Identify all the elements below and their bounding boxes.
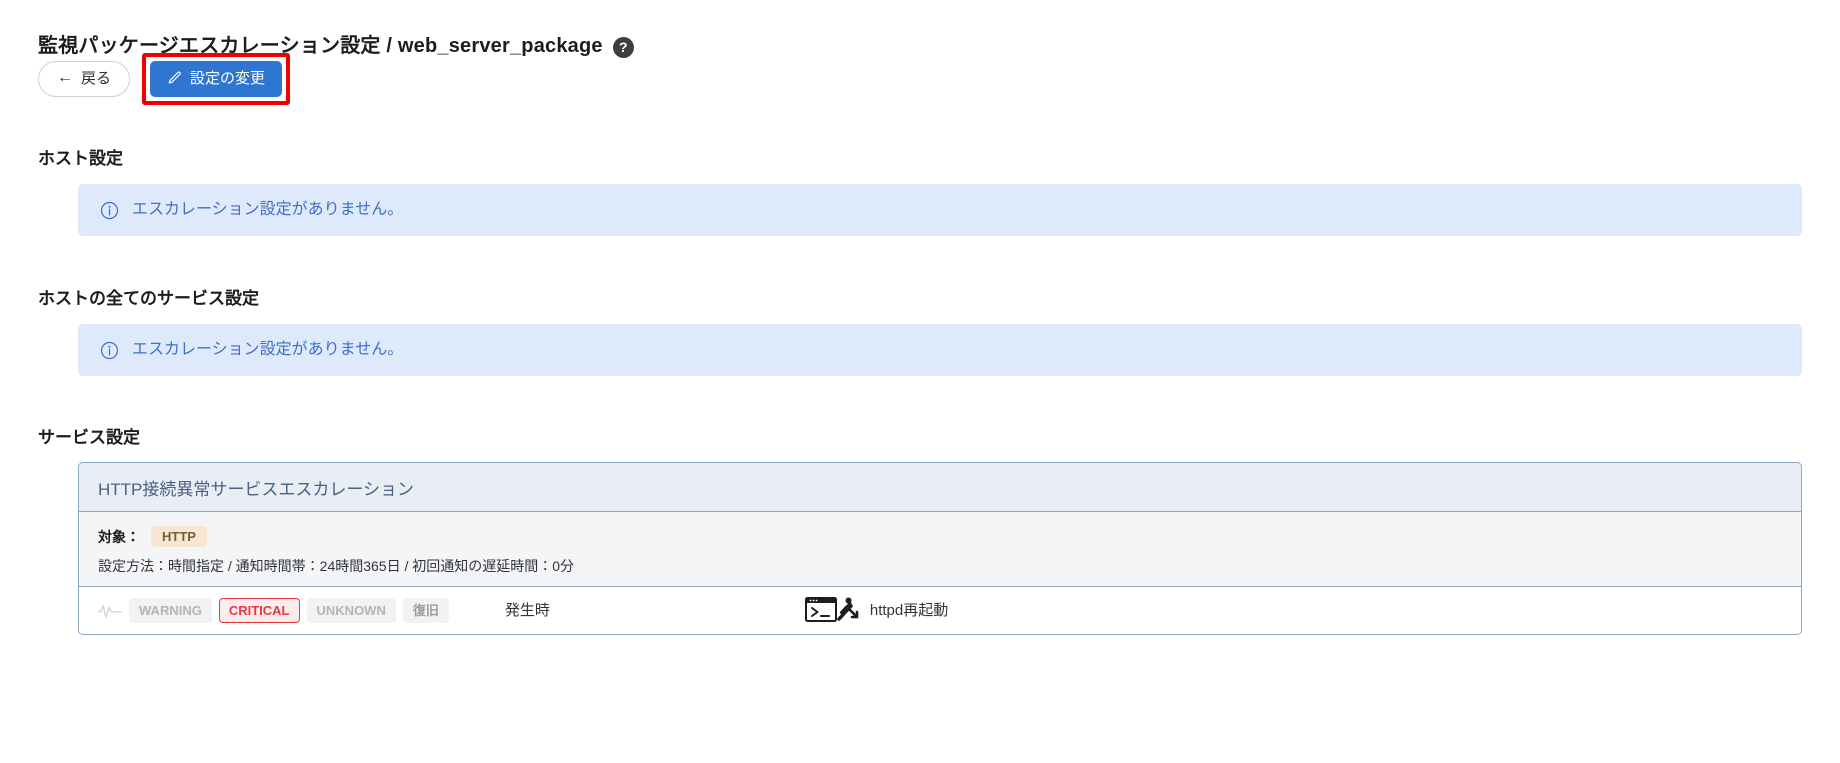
service-escalation-card: HTTP接続異常サービスエスカレーション 対象： HTTP 設定方法：時間指定 … — [78, 462, 1802, 635]
pencil-icon — [167, 71, 182, 86]
info-circle-icon — [100, 341, 119, 360]
back-button[interactable]: ← 戻る — [38, 60, 131, 97]
section-heading-host: ホスト設定 — [38, 149, 123, 168]
info-circle-icon — [100, 201, 119, 220]
question-mark-circle-icon[interactable]: ? — [612, 36, 634, 58]
status-badge-group: WARNING CRITICAL UNKNOWN 復旧 — [98, 597, 449, 623]
host-empty-notice-text: エスカレーション設定がありません。 — [132, 201, 404, 218]
all-services-empty-notice: エスカレーション設定がありません。 — [78, 324, 1802, 376]
arrow-left-icon: ← — [57, 68, 73, 86]
status-badge-warning: WARNING — [129, 597, 212, 623]
escalation-timing: 発生時 — [504, 601, 550, 619]
toolbar: ← 戻る 設定の変更 — [0, 46, 1840, 105]
terminal-escalate-icon — [804, 595, 861, 625]
method-summary: 設定方法：時間指定 / 通知時間帯：24時間365日 / 初回通知の遅延時間：0… — [98, 558, 575, 574]
edit-button-highlight: 設定の変更 — [142, 52, 291, 105]
edit-settings-button[interactable]: 設定の変更 — [150, 60, 283, 97]
target-label: 対象： — [98, 528, 140, 545]
page-header: 監視パッケージエスカレーション設定 / web_server_package ? — [0, 0, 1840, 58]
back-button-label: 戻る — [81, 70, 112, 87]
page-title: 監視パッケージエスカレーション設定 / web_server_package — [38, 35, 603, 57]
all-services-empty-notice-text: エスカレーション設定がありません。 — [132, 341, 404, 358]
service-card-title: HTTP接続異常サービスエスカレーション — [79, 463, 1801, 512]
escalation-settings-page: 監視パッケージエスカレーション設定 / web_server_package ?… — [0, 0, 1840, 763]
status-badge-recovery: 復旧 — [402, 597, 449, 623]
command-label: httpd再起動 — [869, 601, 949, 619]
command-group: httpd再起動 — [804, 595, 949, 625]
service-card-body: 対象： HTTP 設定方法：時間指定 / 通知時間帯：24時間365日 / 初回… — [79, 512, 1801, 586]
status-badge-unknown: UNKNOWN — [306, 597, 396, 623]
section-heading-services: サービス設定 — [38, 428, 140, 447]
host-empty-notice: エスカレーション設定がありません。 — [78, 184, 1802, 236]
escalation-action-row: WARNING CRITICAL UNKNOWN 復旧 発生時 httpd再起動 — [79, 585, 1801, 634]
target-row: 対象： HTTP — [98, 525, 1801, 548]
status-badge-critical: CRITICAL — [218, 597, 300, 623]
target-badge-http: HTTP — [151, 526, 207, 547]
pulse-wave-icon — [98, 601, 122, 619]
edit-settings-label: 設定の変更 — [190, 70, 266, 87]
section-heading-all-services: ホストの全てのサービス設定 — [38, 289, 259, 308]
